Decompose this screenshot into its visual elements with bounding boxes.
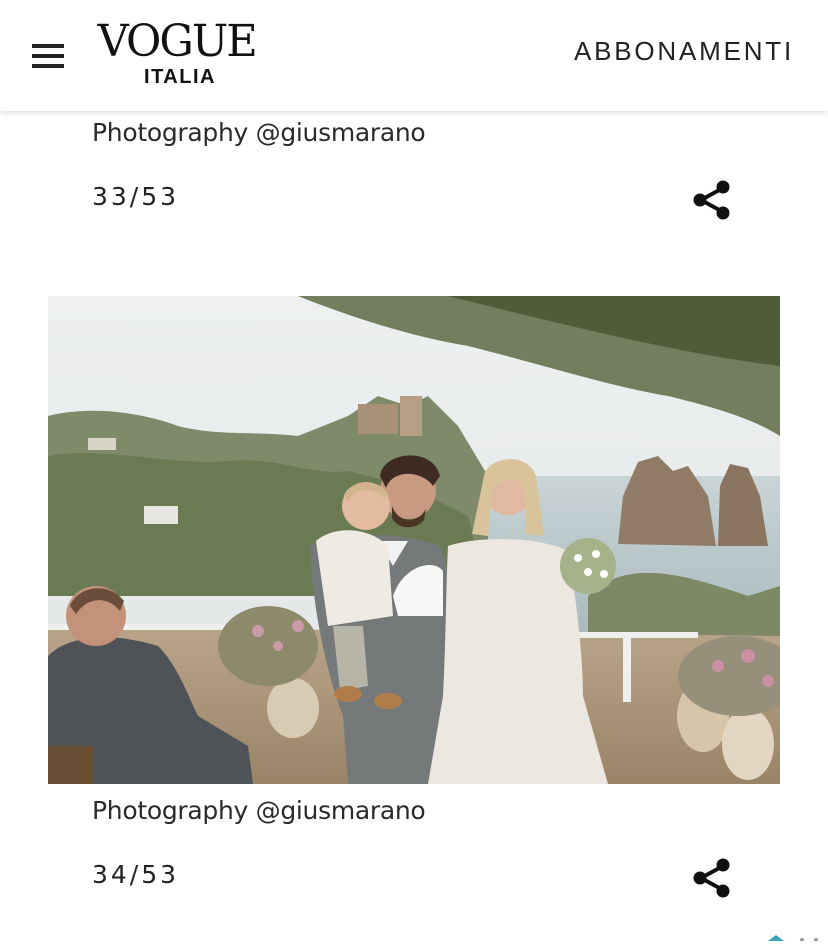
logo-wordmark: VOGUE <box>97 16 258 67</box>
gallery-photo[interactable] <box>48 296 780 784</box>
share-icon[interactable] <box>690 178 734 222</box>
floating-widget-icon[interactable] <box>766 926 826 942</box>
logo-subtitle: ITALIA <box>144 66 216 88</box>
wedding-photo-illustration <box>48 296 780 784</box>
hamburger-menu-icon[interactable] <box>32 44 64 68</box>
vogue-italia-logo[interactable]: VOGUE ITALIA <box>96 16 258 89</box>
photo-caption: Photography @giusmarano <box>92 118 426 147</box>
slide-counter: 33/53 <box>92 182 180 211</box>
share-icon[interactable] <box>690 856 734 900</box>
subscribe-link[interactable]: ABBONAMENTI <box>574 36 794 67</box>
photo-caption: Photography @giusmarano <box>92 796 426 825</box>
slide-counter: 34/53 <box>92 860 180 889</box>
site-header: VOGUE ITALIA ABBONAMENTI <box>0 0 828 111</box>
